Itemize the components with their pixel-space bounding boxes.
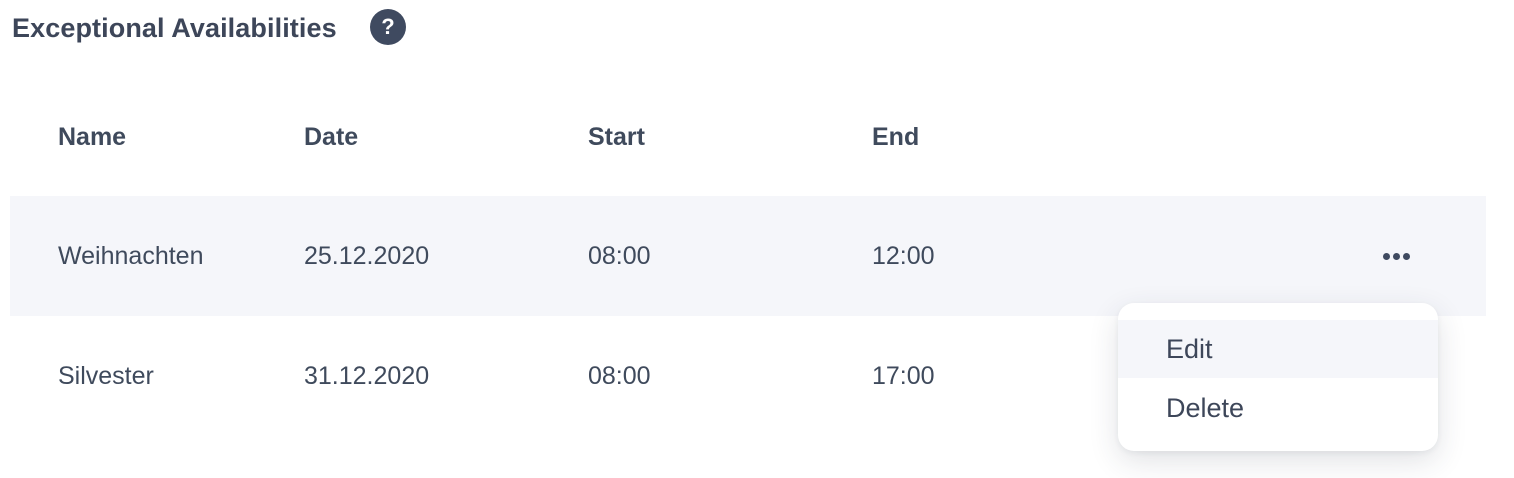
row-actions-menu: Edit Delete — [1118, 303, 1438, 451]
row-date-cell: 31.12.2020 — [304, 361, 430, 390]
row-start-cell: 08:00 — [588, 361, 651, 390]
row-end-cell: 17:00 — [872, 361, 935, 390]
column-header-name: Name — [58, 122, 127, 151]
row-name-cell: Silvester — [58, 361, 154, 390]
table-header-row: Name Date Start End — [10, 78, 1486, 196]
section-title: Exceptional Availabilities — [12, 12, 337, 43]
table-row: Weihnachten 25.12.2020 08:00 12:00 — [10, 196, 1486, 316]
column-header-end: End — [872, 122, 920, 151]
row-name-cell: Weihnachten — [58, 241, 204, 270]
row-end-cell: 12:00 — [872, 241, 935, 270]
menu-item-edit[interactable]: Edit — [1118, 320, 1438, 378]
menu-item-delete[interactable]: Delete — [1118, 379, 1438, 437]
dot — [1383, 252, 1390, 260]
row-date-cell: 25.12.2020 — [304, 241, 430, 270]
dot — [1393, 252, 1400, 260]
more-horizontal-icon[interactable] — [1383, 196, 1410, 316]
dot — [1403, 252, 1410, 260]
row-start-cell: 08:00 — [588, 241, 651, 270]
column-header-date: Date — [304, 122, 359, 151]
question-mark-icon[interactable]: ? — [370, 9, 406, 45]
column-header-start: Start — [588, 122, 645, 151]
